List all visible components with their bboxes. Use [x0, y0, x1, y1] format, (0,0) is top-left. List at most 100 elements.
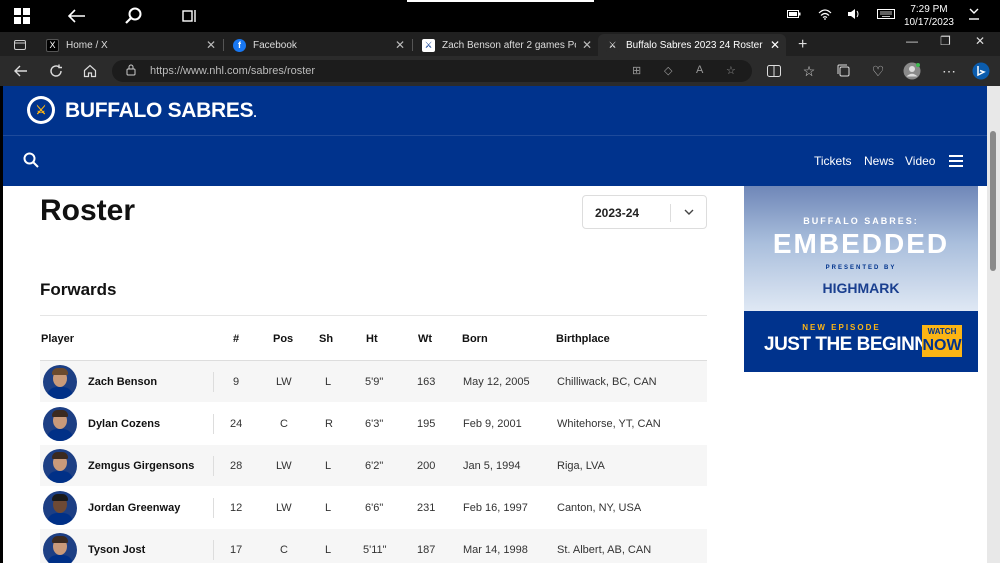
task-view-icon[interactable] — [180, 6, 200, 26]
player-height: 6'2" — [365, 460, 384, 472]
cell-divider — [213, 414, 214, 434]
facebook-logo-icon: f — [233, 38, 246, 52]
minimize-button[interactable]: — — [906, 34, 918, 48]
player-headshot[interactable] — [43, 491, 77, 525]
notification-chevron-icon[interactable] — [968, 6, 980, 25]
player-weight: 195 — [417, 418, 436, 430]
player-name[interactable]: Dylan Cozens — [88, 418, 160, 430]
cell-divider — [213, 498, 214, 518]
sabres-logo-icon: ⚔ — [422, 38, 435, 52]
browser-toolbar: https://www.nhl.com/sabres/roster ⊞ ◇ A … — [0, 56, 1000, 86]
player-weight: 163 — [417, 376, 436, 388]
clock-date: 10/17/2023 — [903, 17, 954, 28]
player-headshot[interactable] — [43, 533, 77, 563]
settings-more-icon[interactable]: ⋯ — [940, 62, 958, 80]
player-birthplace: Riga, LVA — [557, 460, 605, 472]
advertisement-banner[interactable]: BUFFALO SABRES: EMBEDDED PRESENTED BY HI… — [744, 186, 978, 372]
player-headshot[interactable] — [43, 449, 77, 483]
tab-label: Zach Benson after 2 games Pop — [442, 39, 576, 51]
battery-icon[interactable] — [787, 8, 801, 22]
ad-kicker: BUFFALO SABRES: — [803, 216, 919, 226]
col-header-born[interactable]: Born — [462, 333, 488, 345]
back-arrow-icon[interactable] — [67, 6, 87, 26]
player-shoots: L — [325, 376, 332, 388]
favorites-icon[interactable]: ☆ — [800, 62, 818, 80]
player-name[interactable]: Zemgus Girgensons — [88, 460, 194, 472]
table-row[interactable]: Dylan Cozens 24 C R 6'3" 195 Feb 9, 2001… — [40, 403, 707, 445]
site-header: ⚔ BUFFALO SABRES. Tickets News Video — [3, 86, 987, 186]
windows-start-icon[interactable] — [12, 6, 32, 26]
ad-watch-now-button[interactable]: WATCH NOW — [922, 325, 962, 357]
close-icon[interactable]: ✕ — [206, 38, 216, 52]
table-row[interactable]: Zach Benson 9 LW L 5'9" 163 May 12, 2005… — [40, 361, 707, 403]
tab-actions-button[interactable] — [6, 34, 34, 56]
tab-sabres-roster[interactable]: ⚔ Buffalo Sabres 2023 24 Roster | ✕ — [598, 34, 786, 56]
season-select[interactable]: 2023-24 — [582, 195, 707, 229]
collections-icon[interactable] — [835, 62, 853, 80]
window-close-button[interactable]: ✕ — [975, 34, 985, 48]
volume-icon[interactable] — [847, 8, 861, 23]
page-scrollbar[interactable] — [987, 86, 1000, 563]
col-header-number[interactable]: # — [233, 333, 239, 345]
close-icon[interactable]: ✕ — [582, 38, 592, 52]
ad-cta-line-1: WATCH — [927, 327, 957, 336]
player-shoots: L — [325, 544, 332, 556]
player-number: 9 — [233, 376, 240, 388]
url-text[interactable]: https://www.nhl.com/sabres/roster — [150, 65, 315, 77]
split-screen-icon[interactable] — [765, 62, 783, 80]
player-number: 24 — [230, 418, 243, 430]
col-header-ht[interactable]: Ht — [366, 333, 378, 345]
sabres-logo-icon: ⚔ — [606, 38, 619, 52]
nav-tickets[interactable]: Tickets — [814, 154, 852, 168]
favorite-star-icon[interactable]: ☆ — [726, 64, 736, 77]
ad-episode-label: NEW EPISODE — [802, 323, 881, 332]
system-clock[interactable]: 7:29 PM 10/17/2023 — [904, 3, 954, 29]
nav-news[interactable]: News — [864, 154, 894, 168]
player-height: 5'11" — [363, 544, 387, 556]
col-header-pos[interactable]: Pos — [273, 333, 293, 345]
table-row[interactable]: Jordan Greenway 12 LW L 6'6" 231 Feb 16,… — [40, 487, 707, 529]
col-header-birthplace[interactable]: Birthplace — [556, 333, 610, 345]
close-icon[interactable]: ✕ — [395, 38, 405, 52]
search-icon[interactable] — [23, 152, 39, 173]
sabres-logo-icon[interactable]: ⚔ — [27, 96, 55, 124]
tracking-prevention-icon[interactable]: ◇ — [664, 64, 672, 77]
close-icon[interactable]: ✕ — [770, 38, 780, 52]
keyboard-icon[interactable] — [877, 8, 895, 22]
col-header-wt[interactable]: Wt — [418, 333, 432, 345]
player-headshot[interactable] — [43, 365, 77, 399]
menu-hamburger-icon[interactable] — [949, 155, 963, 167]
player-name[interactable]: Tyson Jost — [88, 544, 145, 556]
player-headshot[interactable] — [43, 407, 77, 441]
wifi-icon[interactable] — [818, 8, 832, 23]
col-header-player[interactable]: Player — [41, 333, 74, 345]
restore-button[interactable]: ❐ — [940, 34, 951, 48]
address-bar[interactable]: https://www.nhl.com/sabres/roster ⊞ ◇ A … — [112, 60, 752, 82]
profile-avatar[interactable] — [903, 62, 921, 80]
tab-label: Facebook — [253, 39, 297, 51]
browser-essentials-icon[interactable]: ♡ — [869, 62, 887, 80]
copilot-icon[interactable] — [972, 62, 990, 80]
player-born: Feb 16, 1997 — [463, 502, 528, 514]
player-name[interactable]: Zach Benson — [88, 376, 157, 388]
player-name[interactable]: Jordan Greenway — [88, 502, 180, 514]
app-available-icon[interactable]: ⊞ — [632, 64, 641, 77]
tab-home-x[interactable]: X Home / X ✕ — [38, 34, 222, 56]
browser-back-button[interactable] — [12, 62, 30, 80]
search-icon[interactable] — [124, 6, 144, 26]
ad-sponsor: HIGHMARK — [822, 280, 900, 296]
nav-video[interactable]: Video — [905, 154, 935, 168]
read-aloud-icon[interactable]: A — [696, 64, 703, 76]
brand-name[interactable]: BUFFALO SABRES. — [65, 99, 257, 123]
tab-zach-benson-article[interactable]: ⚔ Zach Benson after 2 games Pop ✕ — [414, 34, 598, 56]
col-header-sh[interactable]: Sh — [319, 333, 333, 345]
lock-icon[interactable] — [126, 64, 136, 79]
refresh-button[interactable] — [47, 62, 65, 80]
tab-label: Home / X — [66, 39, 108, 51]
new-tab-button[interactable]: + — [790, 34, 810, 56]
home-button[interactable] — [81, 62, 99, 80]
table-row[interactable]: Tyson Jost 17 C L 5'11" 187 Mar 14, 1998… — [40, 529, 707, 563]
scrollbar-thumb[interactable] — [990, 131, 996, 271]
table-row[interactable]: Zemgus Girgensons 28 LW L 6'2" 200 Jan 5… — [40, 445, 707, 487]
tab-facebook[interactable]: f Facebook ✕ — [225, 34, 411, 56]
